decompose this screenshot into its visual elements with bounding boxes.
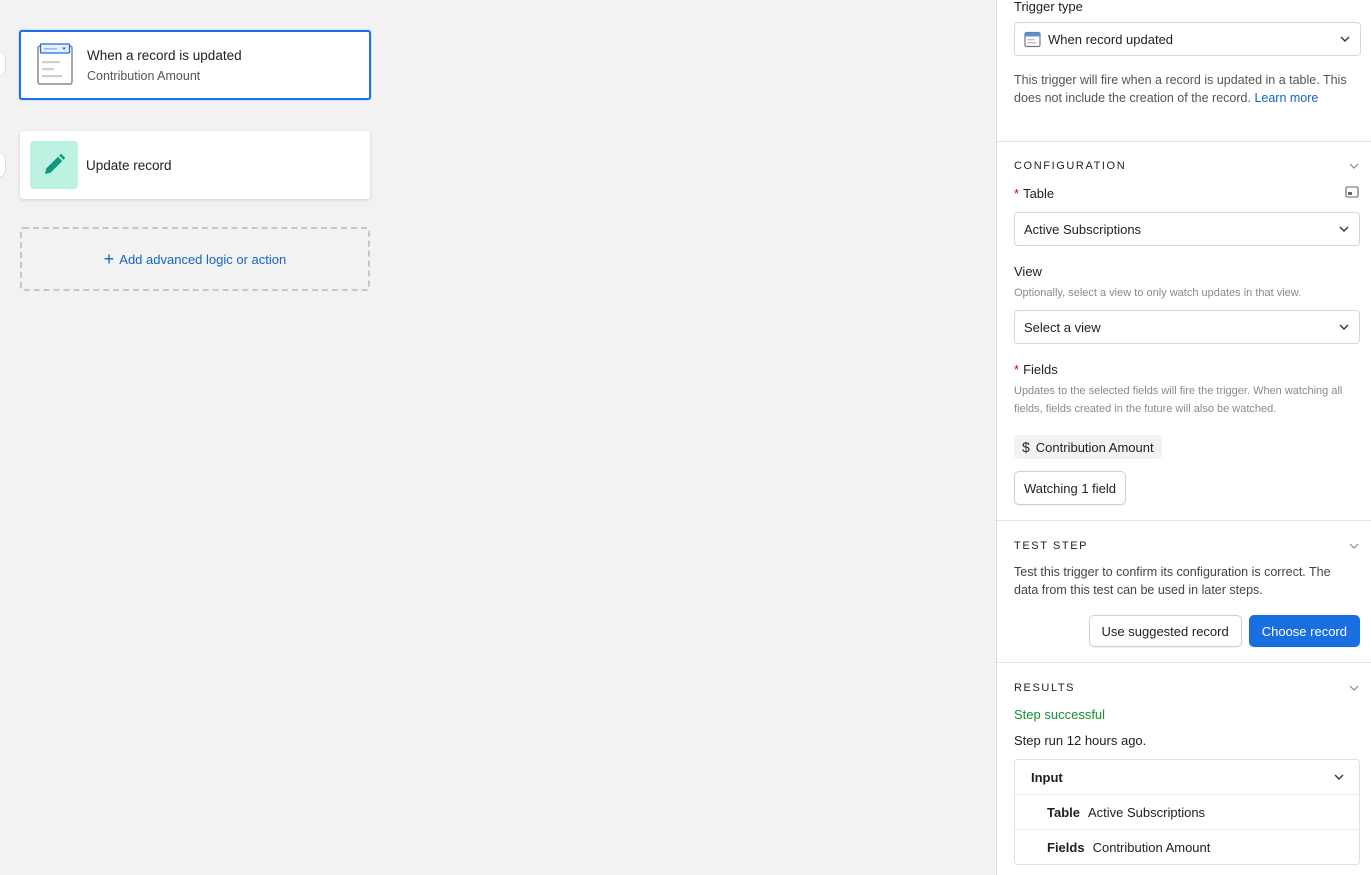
results-header[interactable]: RESULTS: [1014, 678, 1359, 698]
configuration-title: CONFIGURATION: [1014, 160, 1127, 172]
chevron-down-icon: [1334, 774, 1344, 780]
chevron-down-icon: [1339, 324, 1349, 330]
action-card-title: Update record: [86, 157, 172, 173]
trigger-config-panel: Trigger type When record updated This tr…: [996, 0, 1371, 875]
watching-fields-button[interactable]: Watching 1 field: [1014, 471, 1127, 505]
view-select[interactable]: Select a view: [1014, 310, 1360, 344]
chevron-down-icon: [1349, 163, 1359, 169]
trigger-card-subtitle: Contribution Amount: [87, 68, 201, 83]
results-status: Step successful: [1014, 707, 1106, 722]
trigger-card[interactable]: When a record is updated Contribution Am…: [19, 30, 371, 100]
input-row-table: Table Active Subscriptions: [1015, 794, 1359, 829]
input-header[interactable]: Input: [1015, 760, 1359, 794]
input-row-key: Table: [1047, 804, 1080, 820]
fields-label-text: Fields: [1023, 362, 1058, 377]
choose-record-button[interactable]: Choose record: [1248, 615, 1360, 647]
input-row-key: Fields: [1047, 839, 1085, 855]
view-label: View: [1014, 264, 1042, 279]
connector-handle[interactable]: [0, 51, 6, 77]
trigger-type-description: This trigger will fire when a record is …: [1014, 71, 1359, 107]
trigger-type-value: When record updated: [1048, 31, 1174, 47]
plus-icon: +: [103, 249, 115, 269]
results-title: RESULTS: [1014, 682, 1076, 694]
chevron-down-icon: [1349, 543, 1359, 549]
table-label: * Table: [1014, 186, 1055, 201]
learn-more-link[interactable]: Learn more: [1254, 91, 1318, 105]
selected-field-name: Contribution Amount: [1035, 439, 1154, 455]
test-step-header[interactable]: TEST STEP: [1014, 536, 1359, 556]
selected-field-chip: $ Contribution Amount: [1014, 435, 1162, 459]
table-value: Active Subscriptions: [1024, 221, 1142, 237]
add-logic-button[interactable]: + Add advanced logic or action: [20, 227, 370, 291]
chevron-down-icon: [1349, 685, 1359, 691]
fields-label: * Fields: [1014, 362, 1058, 377]
results-input-box: Input Table Active Subscriptions Fields …: [1014, 759, 1360, 865]
pencil-icon: [30, 141, 78, 189]
view-placeholder: Select a view: [1024, 319, 1101, 335]
add-logic-label: Add advanced logic or action: [119, 251, 287, 267]
fields-help: Updates to the selected fields will fire…: [1014, 385, 1343, 415]
trigger-type-select[interactable]: When record updated: [1014, 22, 1361, 56]
action-card[interactable]: Update record: [20, 131, 370, 199]
input-row-fields: Fields Contribution Amount: [1015, 829, 1359, 864]
results-run-time: Step run 12 hours ago.: [1014, 733, 1147, 748]
input-header-label: Input: [1031, 769, 1063, 785]
chevron-down-icon: [1340, 36, 1350, 42]
automation-canvas: When a record is updated Contribution Am…: [0, 0, 996, 875]
expand-icon[interactable]: [1345, 186, 1359, 198]
trigger-card-title: When a record is updated: [87, 47, 242, 63]
record-form-icon: [31, 41, 79, 89]
trigger-type-section: Trigger type When record updated This tr…: [997, 0, 1371, 142]
use-suggested-record-button[interactable]: Use suggested record: [1088, 615, 1242, 647]
calendar-icon: [1024, 31, 1041, 48]
input-row-value: Contribution Amount: [1092, 839, 1211, 855]
view-help: Optionally, select a view to only watch …: [1014, 287, 1302, 299]
table-select[interactable]: Active Subscriptions: [1014, 212, 1360, 246]
currency-icon: $: [1022, 439, 1030, 455]
input-row-value: Active Subscriptions: [1088, 804, 1206, 820]
test-step-title: TEST STEP: [1014, 540, 1089, 552]
table-label-text: Table: [1023, 186, 1055, 201]
results-section: RESULTS Step successful Step run 12 hour…: [997, 663, 1371, 875]
configuration-section: CONFIGURATION * Table Active Subscription…: [997, 142, 1371, 521]
test-step-section: TEST STEP Test this trigger to confirm i…: [997, 521, 1371, 663]
connector-handle[interactable]: [0, 152, 6, 178]
chevron-down-icon: [1339, 226, 1349, 232]
test-step-description: Test this trigger to confirm its configu…: [1014, 565, 1331, 597]
configuration-header[interactable]: CONFIGURATION: [1014, 156, 1359, 176]
trigger-type-label: Trigger type: [1014, 0, 1083, 14]
